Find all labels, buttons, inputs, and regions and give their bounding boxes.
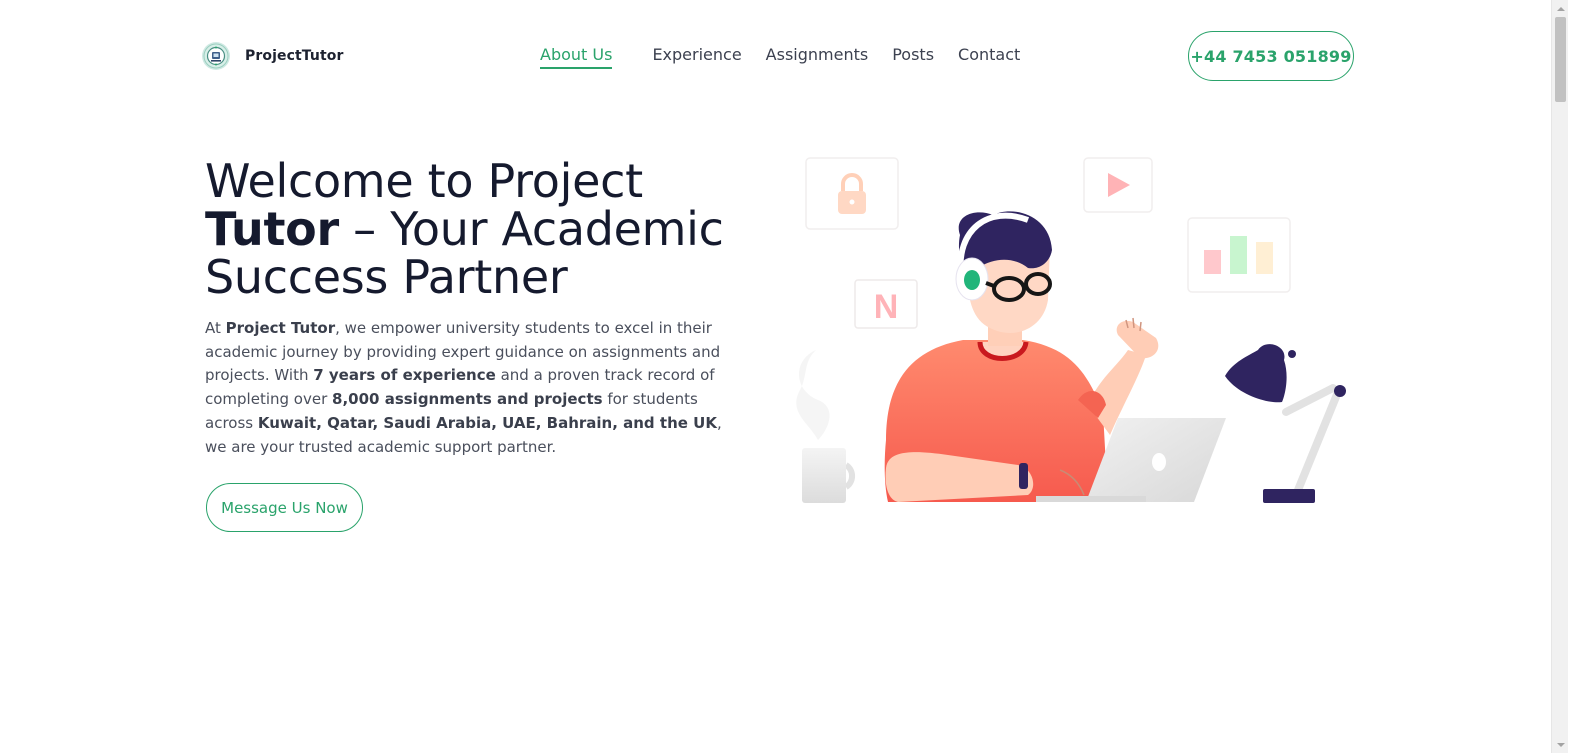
main-nav: About Us Experience Assignments Posts Co…	[540, 45, 1044, 69]
netflix-icon: N	[854, 279, 918, 329]
scroll-up-arrow-icon[interactable]	[1552, 0, 1569, 17]
hero-text-bold: 7 years of experience	[313, 366, 496, 385]
page: ProjectTutor About Us Experience Assignm…	[0, 0, 1551, 753]
window-edge	[1568, 0, 1584, 753]
lock-icon	[805, 157, 899, 230]
coffee-mug-icon	[802, 448, 855, 503]
brand-name: ProjectTutor	[245, 48, 344, 64]
brand-logo-icon	[202, 42, 230, 70]
message-us-button[interactable]: Message Us Now	[206, 483, 363, 532]
steam-decoration	[796, 350, 830, 440]
hero-title: Welcome to Project Tutor – Your Academic …	[205, 157, 765, 301]
vertical-scrollbar[interactable]	[1551, 0, 1568, 753]
netflix-letter: N	[874, 288, 899, 326]
nav-item-posts[interactable]: Posts	[892, 45, 934, 69]
nav-item-about-us[interactable]: About Us	[540, 45, 613, 69]
hero-text-bold: 8,000 assignments and projects	[332, 390, 603, 409]
hero-title-strong: Tutor	[205, 202, 339, 256]
nav-item-assignments[interactable]: Assignments	[766, 45, 869, 69]
scrollbar-thumb[interactable]	[1555, 17, 1566, 102]
nav-item-experience[interactable]: Experience	[652, 45, 741, 69]
desk-lamp-icon	[1225, 344, 1346, 503]
scroll-down-arrow-icon[interactable]	[1552, 736, 1569, 753]
nav-item-contact[interactable]: Contact	[958, 45, 1020, 69]
hero-text-bold: Project Tutor	[225, 319, 336, 337]
hero-illustration: N	[796, 157, 1346, 503]
hero-text-bold: Kuwait, Qatar, Saudi Arabia, UAE, Bahrai…	[257, 413, 717, 432]
hero-description: At Project Tutor, we empower university …	[205, 317, 745, 459]
brand[interactable]: ProjectTutor	[202, 42, 343, 70]
phone-button[interactable]: +44 7453 051899	[1188, 31, 1354, 81]
hero-text-segment: At	[205, 319, 226, 337]
hero-title-part1: Welcome to Project	[205, 154, 643, 208]
bar-chart-icon	[1187, 217, 1291, 293]
play-icon	[1083, 157, 1153, 213]
